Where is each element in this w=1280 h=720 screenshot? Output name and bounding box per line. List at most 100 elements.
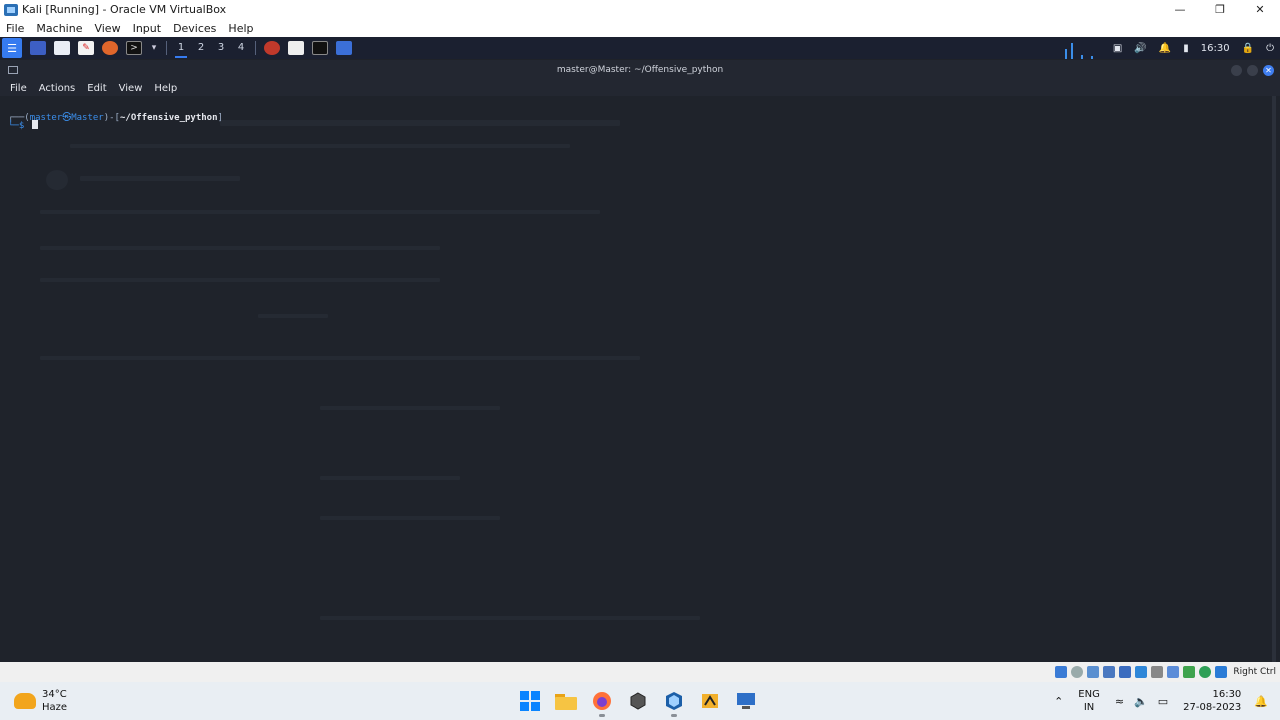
language-primary: ENG bbox=[1078, 689, 1100, 700]
vbox-menu-file[interactable]: File bbox=[0, 22, 30, 35]
display-icon[interactable] bbox=[1151, 666, 1164, 678]
workspace-4[interactable]: 4 bbox=[231, 37, 251, 59]
vbox-menu-help[interactable]: Help bbox=[222, 22, 259, 35]
app-cube-button[interactable] bbox=[620, 682, 656, 720]
workspace-3[interactable]: 3 bbox=[211, 37, 231, 59]
power-icon[interactable]: ⏻ bbox=[1266, 43, 1274, 54]
chevron-up-icon[interactable]: ⌃ bbox=[1054, 695, 1063, 708]
optical-drive-icon[interactable] bbox=[1071, 666, 1084, 678]
background-ghost bbox=[258, 314, 328, 318]
clock-date: 27-08-2023 bbox=[1183, 702, 1242, 713]
terminal-menu-edit[interactable]: Edit bbox=[81, 83, 112, 94]
keyboard-icon[interactable] bbox=[1215, 666, 1228, 678]
usb-icon[interactable] bbox=[1119, 666, 1132, 678]
minimize-button[interactable]: — bbox=[1160, 0, 1200, 19]
panel-tray: ▣ 🔊 🔔 ▮ 16:30 🔒 ⏻ bbox=[1061, 37, 1280, 59]
start-button[interactable] bbox=[512, 682, 548, 720]
text-editor-icon[interactable]: ✎ bbox=[78, 41, 94, 55]
system-tray: ⌃ ENG IN ≈ 🔈 ▭ 16:30 27-08-2023 🔔 bbox=[1049, 682, 1280, 720]
terminal-body[interactable]: ┌──(master㉿Master)-[~/Offensive_python] … bbox=[0, 96, 1280, 662]
bell-icon[interactable]: 🔔 bbox=[1159, 43, 1171, 54]
audio-icon[interactable] bbox=[1087, 666, 1100, 678]
terminal-title: master@Master: ~/Offensive_python bbox=[556, 65, 724, 75]
terminal-icon[interactable]: > bbox=[126, 41, 142, 55]
desktop-icon[interactable] bbox=[30, 41, 46, 55]
panel-clock[interactable]: 16:30 bbox=[1201, 43, 1230, 54]
battery-icon[interactable]: ▭ bbox=[1158, 695, 1168, 708]
remote-app-button[interactable] bbox=[728, 682, 764, 720]
vbox-statusbar: Right Ctrl bbox=[0, 662, 1280, 682]
notification-icon[interactable]: 🔔 bbox=[1254, 695, 1268, 708]
close-button[interactable]: ✕ bbox=[1240, 0, 1280, 19]
terminal-menu-help[interactable]: Help bbox=[148, 83, 183, 94]
firefox-button[interactable] bbox=[584, 682, 620, 720]
virtualbox-button[interactable] bbox=[656, 682, 692, 720]
kali-vm-icon bbox=[702, 694, 718, 708]
vbox-menu-view[interactable]: View bbox=[88, 22, 126, 35]
background-ghost bbox=[46, 170, 68, 190]
prompt-symbol: $ bbox=[18, 121, 25, 131]
hexagon-app-icon bbox=[630, 692, 646, 710]
cpu-icon[interactable] bbox=[1183, 666, 1196, 678]
task-terminal-icon[interactable] bbox=[312, 41, 328, 55]
background-ghost bbox=[40, 278, 440, 282]
vbox-menu-machine[interactable]: Machine bbox=[30, 22, 88, 35]
mouse-integration-icon[interactable] bbox=[1199, 666, 1212, 678]
hdd-icon[interactable] bbox=[1055, 666, 1068, 678]
vbox-titlebar: Kali [Running] - Oracle VM VirtualBox — … bbox=[0, 0, 1280, 19]
folder-icon bbox=[555, 694, 577, 710]
chevron-down-icon[interactable]: ▾ bbox=[150, 41, 158, 55]
kali-vm-button[interactable] bbox=[692, 682, 728, 720]
workspace-1[interactable]: 1 bbox=[171, 37, 191, 59]
firefox-icon[interactable] bbox=[102, 41, 118, 55]
network-icon[interactable] bbox=[1103, 666, 1116, 678]
virtualbox-icon bbox=[666, 692, 682, 710]
vbox-menu-input[interactable]: Input bbox=[127, 22, 167, 35]
taskbar-apps bbox=[512, 682, 764, 720]
background-ghost bbox=[40, 356, 640, 360]
panel-separator bbox=[255, 41, 256, 55]
wifi-icon[interactable]: ≈ bbox=[1115, 695, 1124, 708]
kali-menu-icon[interactable]: ☰ bbox=[2, 38, 22, 58]
background-ghost bbox=[320, 616, 700, 620]
recording-icon[interactable] bbox=[1167, 666, 1180, 678]
vbox-menu-devices[interactable]: Devices bbox=[167, 22, 222, 35]
restore-button[interactable]: ❐ bbox=[1200, 0, 1240, 19]
prompt-path: ~/Offensive_python bbox=[119, 113, 218, 123]
windows-icon bbox=[520, 691, 540, 711]
terminal-menu-actions[interactable]: Actions bbox=[33, 83, 82, 94]
terminal-scrollbar[interactable] bbox=[1272, 96, 1276, 662]
terminal-menu-file[interactable]: File bbox=[4, 83, 33, 94]
battery-icon[interactable]: ▮ bbox=[1183, 43, 1189, 54]
shared-folders-icon[interactable] bbox=[1135, 666, 1148, 678]
firefox-icon bbox=[593, 692, 611, 710]
weather-condition: Haze bbox=[42, 702, 68, 713]
panel-separator bbox=[166, 41, 167, 55]
lock-icon[interactable]: 🔒 bbox=[1242, 43, 1254, 54]
language-indicator[interactable]: ENG IN bbox=[1078, 688, 1100, 714]
taskbar-clock[interactable]: 16:30 27-08-2023 bbox=[1183, 688, 1241, 714]
task-editor-icon[interactable] bbox=[288, 41, 304, 55]
virtualbox-icon bbox=[4, 3, 18, 16]
file-explorer-button[interactable] bbox=[548, 682, 584, 720]
prompt-user-host: master㉿Master bbox=[29, 113, 104, 123]
background-ghost bbox=[320, 406, 500, 410]
terminal-titlebar: master@Master: ~/Offensive_python ✕ bbox=[0, 60, 1280, 80]
task-app-icon[interactable] bbox=[264, 41, 280, 55]
prompt-line: ┌──(master㉿Master)-[~/Offensive_python] bbox=[8, 113, 223, 123]
background-ghost bbox=[220, 120, 620, 126]
host-key-label: Right Ctrl bbox=[1233, 667, 1276, 677]
prompt-input-line[interactable]: └─$ bbox=[8, 120, 38, 131]
background-ghost bbox=[320, 476, 460, 480]
clock-time: 16:30 bbox=[1212, 689, 1242, 700]
volume-icon[interactable]: 🔈 bbox=[1134, 695, 1148, 708]
terminal-menu-view[interactable]: View bbox=[113, 83, 149, 94]
display-icon[interactable]: ▣ bbox=[1113, 43, 1122, 54]
file-manager-icon[interactable] bbox=[54, 41, 70, 55]
background-ghost bbox=[40, 210, 600, 214]
task-window-icon[interactable] bbox=[336, 41, 352, 55]
workspace-2[interactable]: 2 bbox=[191, 37, 211, 59]
background-ghost bbox=[80, 176, 240, 181]
volume-icon[interactable]: 🔊 bbox=[1134, 43, 1146, 54]
weather-widget[interactable]: 34°C Haze bbox=[14, 688, 104, 714]
